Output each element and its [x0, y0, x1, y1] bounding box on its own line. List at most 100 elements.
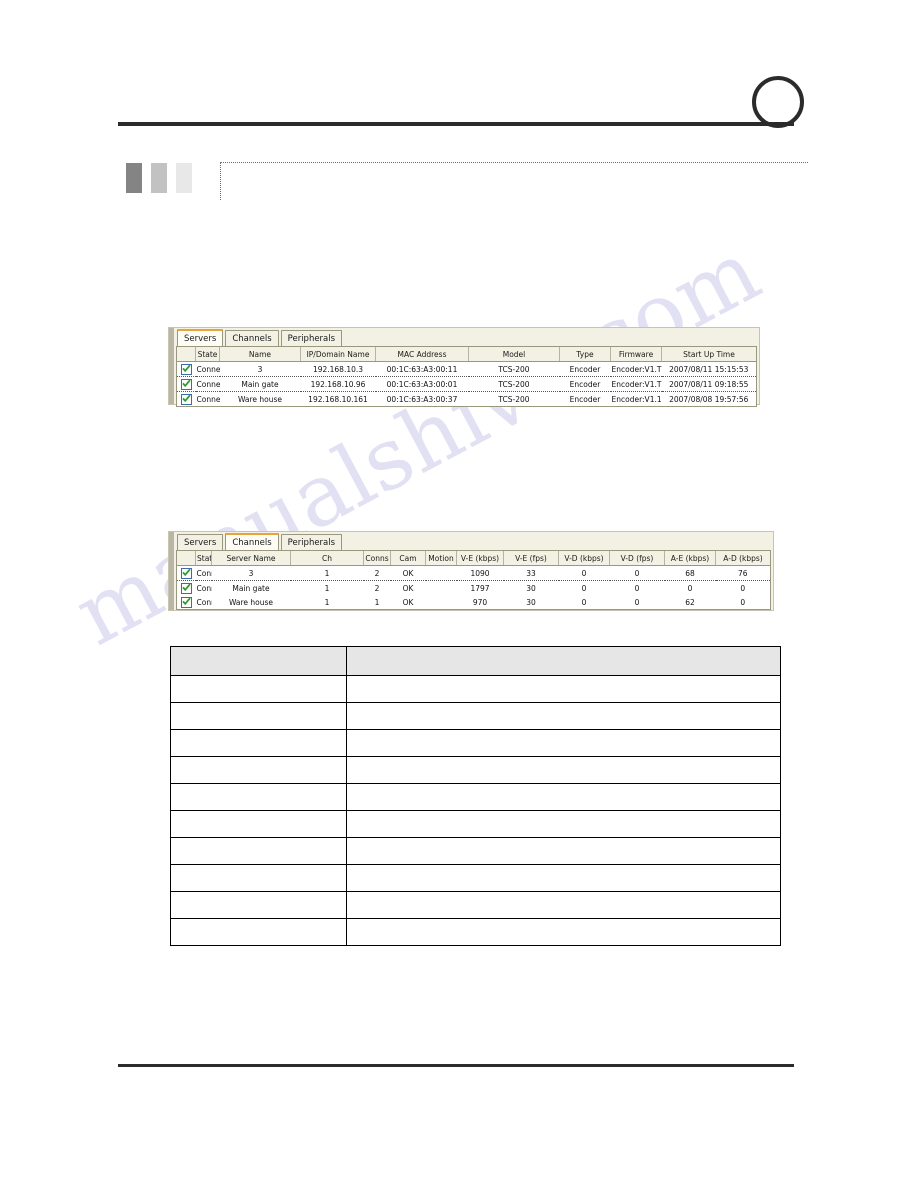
- cell-server-name: Ware house: [211, 595, 291, 609]
- specification-table-head: [170, 646, 781, 676]
- column-header-v-d-fps[interactable]: V-D (fps): [609, 551, 665, 566]
- cell-a-d-kbps: 76: [715, 565, 770, 581]
- page-header: [0, 0, 918, 150]
- spec-description-cell: [346, 729, 781, 757]
- column-header-ch[interactable]: Ch: [290, 551, 364, 566]
- column-header-v-e-fps[interactable]: V-E (fps): [503, 551, 559, 566]
- cell-mac-address: 00:1C:63:A3:00:11: [375, 361, 469, 377]
- tab-channels[interactable]: Channels: [225, 330, 279, 346]
- column-header-start-up-time[interactable]: Start Up Time: [661, 347, 756, 362]
- tab-peripherals[interactable]: Peripherals: [280, 534, 343, 550]
- column-header-state[interactable]: State: [195, 347, 220, 362]
- spec-description-cell: [346, 891, 781, 919]
- row-checkbox[interactable]: [177, 361, 196, 377]
- cell-cam: OK: [390, 595, 426, 609]
- table-row[interactable]: ConnectedMain gate12OK1797300000: [177, 580, 770, 595]
- servers-table-body: Connected3192.168.10.300:1C:63:A3:00:11T…: [177, 361, 756, 406]
- checkbox-checked-icon[interactable]: [180, 363, 192, 375]
- cell-model: TCS-200: [468, 391, 560, 406]
- tab-channels[interactable]: Channels: [225, 533, 279, 550]
- table-row[interactable]: ConnectedMain gate192.168.10.9600:1C:63:…: [177, 376, 756, 392]
- checkbox-checked-icon[interactable]: [180, 393, 192, 405]
- channels-table-head: StateServer NameChConnsCamMotionV-E (kbp…: [177, 551, 770, 566]
- servers-grid-wrapper: State Name IP/Domain Name MAC Address Model T…: [176, 346, 757, 407]
- spec-term-cell: [170, 783, 347, 811]
- cell-v-d-kbps: 0: [558, 565, 610, 581]
- row-checkbox[interactable]: [177, 580, 196, 595]
- column-header-name[interactable]: Name: [219, 347, 301, 362]
- marker-block-mid: [151, 163, 167, 193]
- column-header-firmware[interactable]: Firmware: [610, 347, 662, 362]
- cell-state: Connected: [195, 565, 212, 581]
- cell-state: Connected: [195, 580, 212, 595]
- column-header-state[interactable]: State: [195, 551, 212, 566]
- cell-server-name: Main gate: [211, 580, 291, 595]
- header-divider-rule: [118, 122, 794, 126]
- spec-table-row: [170, 702, 781, 730]
- spec-term-cell: [170, 864, 347, 892]
- tab-servers[interactable]: Servers: [177, 534, 224, 550]
- cell-state: Connected: [195, 595, 212, 609]
- spec-description-cell: [346, 702, 781, 730]
- panel-left-scroll-bar[interactable]: [169, 532, 174, 610]
- channels-tab-panel: ServersChannelsPeripherals StateServer N…: [168, 531, 774, 611]
- cell-ip-domain-name: 192.168.10.3: [300, 361, 376, 377]
- cell-v-d-fps: 0: [609, 580, 665, 595]
- checkbox-checked-icon[interactable]: [180, 567, 192, 579]
- panel-left-scroll-bar[interactable]: [169, 328, 174, 404]
- checkbox-checked-icon[interactable]: [180, 596, 192, 608]
- column-header-server-name[interactable]: Server Name: [211, 551, 291, 566]
- checkbox-checked-icon[interactable]: [180, 378, 192, 390]
- specification-table: [170, 646, 781, 946]
- spec-term-cell: [170, 702, 347, 730]
- row-checkbox[interactable]: [177, 391, 196, 406]
- servers-table-head: State Name IP/Domain Name MAC Address Model T…: [177, 347, 756, 362]
- cell-v-e-kbps: 970: [456, 595, 504, 609]
- column-header-v-d-kbps[interactable]: V-D (kbps): [558, 551, 610, 566]
- table-row[interactable]: ConnectedWare house192.168.10.16100:1C:6…: [177, 391, 756, 406]
- cell-motion: [425, 580, 457, 595]
- cell-start-up-time: 2007/08/11 15:15:53: [661, 361, 756, 377]
- column-header-conns[interactable]: Conns: [363, 551, 391, 566]
- cell-firmware: Encoder:V1.101G: [610, 391, 662, 406]
- spec-term-cell: [170, 837, 347, 865]
- cell-type: Encoder: [559, 361, 611, 377]
- column-header-a-e-kbps[interactable]: A-E (kbps): [664, 551, 716, 566]
- spec-table-row: [170, 729, 781, 757]
- column-header-v-e-kbps[interactable]: V-E (kbps): [456, 551, 504, 566]
- column-header-motion[interactable]: Motion: [425, 551, 457, 566]
- column-header-cam[interactable]: Cam: [390, 551, 426, 566]
- column-header-mac-address[interactable]: MAC Address: [375, 347, 469, 362]
- row-checkbox[interactable]: [177, 376, 196, 392]
- column-header-model[interactable]: Model: [468, 347, 560, 362]
- checkbox-checked-icon[interactable]: [180, 582, 192, 594]
- cell-v-d-kbps: 0: [558, 595, 610, 609]
- spec-term-cell: [170, 729, 347, 757]
- spec-term-cell: [170, 810, 347, 838]
- section-marker-blocks: [126, 163, 192, 193]
- column-header-a-d-kbps[interactable]: A-D (kbps): [715, 551, 770, 566]
- cell-v-e-kbps: 1797: [456, 580, 504, 595]
- spec-table-row: [170, 675, 781, 703]
- spec-table-row: [170, 810, 781, 838]
- cell-model: TCS-200: [468, 376, 560, 392]
- section-title: [220, 162, 808, 200]
- servers-panel-tabstrip: Servers Channels Peripherals: [169, 328, 759, 346]
- select-all-header-cell: [177, 551, 196, 566]
- column-header-type[interactable]: Type: [559, 347, 611, 362]
- column-header-ip-domain-name[interactable]: IP/Domain Name: [300, 347, 376, 362]
- tab-peripherals[interactable]: Peripherals: [280, 330, 343, 346]
- cell-conns: 2: [363, 565, 391, 581]
- table-row[interactable]: Connected3192.168.10.300:1C:63:A3:00:11T…: [177, 361, 756, 377]
- row-checkbox[interactable]: [177, 565, 196, 581]
- marker-block-light: [176, 163, 192, 193]
- row-checkbox[interactable]: [177, 595, 196, 609]
- table-row[interactable]: ConnectedWare house11OK9703000620: [177, 595, 770, 609]
- spec-term-cell: [170, 918, 347, 946]
- cell-a-d-kbps: 0: [715, 595, 770, 609]
- cell-motion: [425, 565, 457, 581]
- cell-state: Connected: [195, 376, 220, 392]
- table-row[interactable]: Connected312OK109033006876: [177, 565, 770, 581]
- tab-servers[interactable]: Servers: [177, 329, 224, 346]
- spec-table-row: [170, 864, 781, 892]
